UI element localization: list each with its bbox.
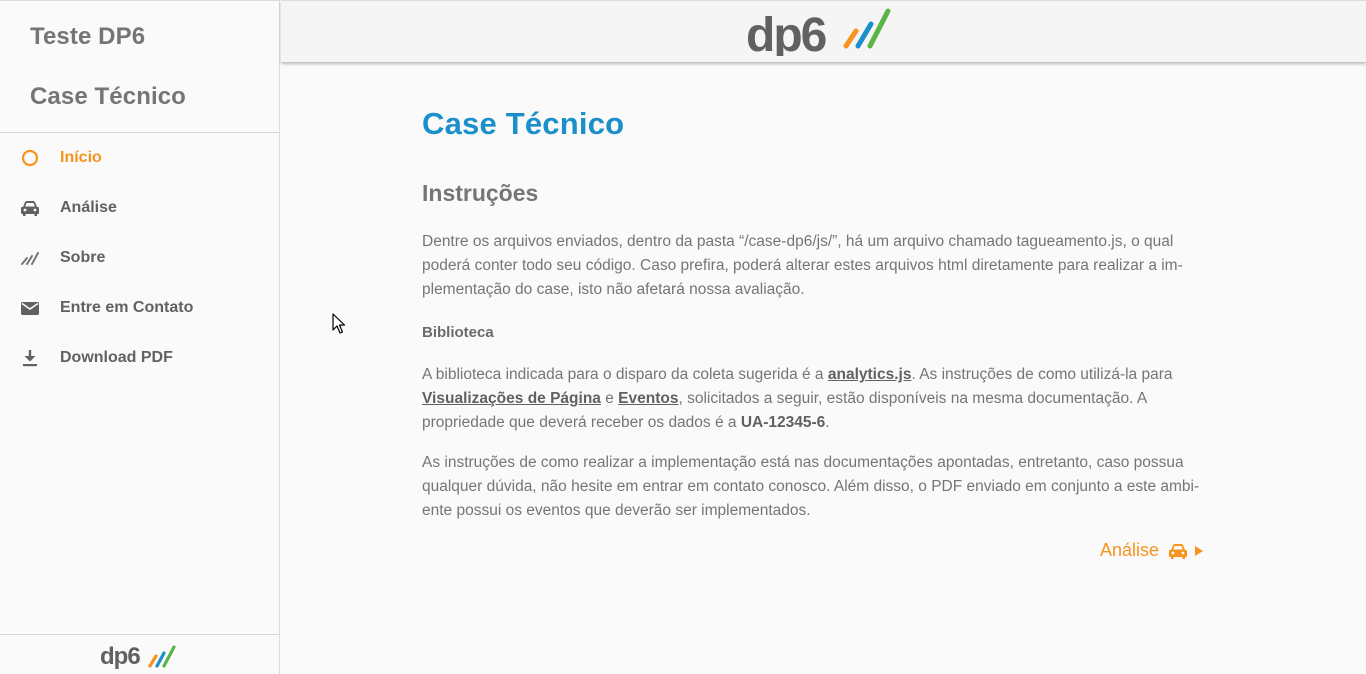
analytics-js-link[interactable]: analytics.js [828,366,912,383]
sidebar-footer-divider [0,634,279,635]
pageviews-link[interactable]: Visualizações de Página [422,390,601,407]
sidebar-item-inicio[interactable]: Início [0,133,279,183]
mail-icon [20,298,40,318]
circle-outline-icon [20,148,40,168]
sidebar-title-secondary: Case Técnico [30,83,186,110]
mouse-cursor-icon [332,313,346,340]
dp6-logo-small: dp6 [100,642,180,674]
next-link-label: Análise [1100,540,1160,560]
svg-text:dp6: dp6 [100,643,140,670]
page-title: Case Técnico [422,106,625,141]
sidebar-item-download[interactable]: Download PDF [0,333,279,383]
implementation-paragraph: As instruções de como realizar a impleme… [422,454,1200,519]
download-icon [20,348,40,368]
dp6-logo[interactable]: dp6 [746,6,906,62]
library-text: . As instruções de como utilizá-la para [911,366,1173,383]
sidebar-item-label: Entre em Contato [60,299,194,316]
sidebar-nav: Início Análise Sobre Entre em Contato Do… [0,133,279,383]
sidebar-item-label: Sobre [60,249,106,266]
library-text: e [600,390,619,407]
sidebar-item-sobre[interactable]: Sobre [0,233,279,283]
sidebar-item-analise[interactable]: Análise [0,183,279,233]
next-analise-link[interactable]: Análise [1100,540,1204,561]
property-id: UA-12345-6 [740,414,826,431]
dp6-stripes-icon [20,248,40,268]
play-arrow-icon [1194,545,1204,557]
sidebar: Teste DP6 Case Técnico Início Análise So… [0,0,280,674]
svg-text:dp6: dp6 [746,9,826,56]
sidebar-item-label: Download PDF [60,349,173,366]
library-paragraph: A biblioteca indicada para o disparo da … [422,363,1222,435]
events-link[interactable]: Eventos [618,390,678,407]
library-text: . [825,414,830,431]
main-content: Case Técnico Instruções Dentre os arquiv… [422,100,1222,523]
section-title: Instruções [422,180,539,206]
sidebar-title-primary: Teste DP6 [30,23,146,50]
car-icon [1167,542,1189,560]
library-title: Biblioteca [422,324,494,341]
instructions-paragraph: Dentre os arquivos enviados, dentro da p… [422,233,1183,298]
sidebar-item-label: Análise [60,199,117,216]
top-header: dp6 [281,0,1366,62]
library-text: A biblioteca indicada para o disparo da … [422,366,828,383]
car-icon [20,198,40,218]
sidebar-item-label: Início [60,149,102,166]
sidebar-item-contato[interactable]: Entre em Contato [0,283,279,333]
